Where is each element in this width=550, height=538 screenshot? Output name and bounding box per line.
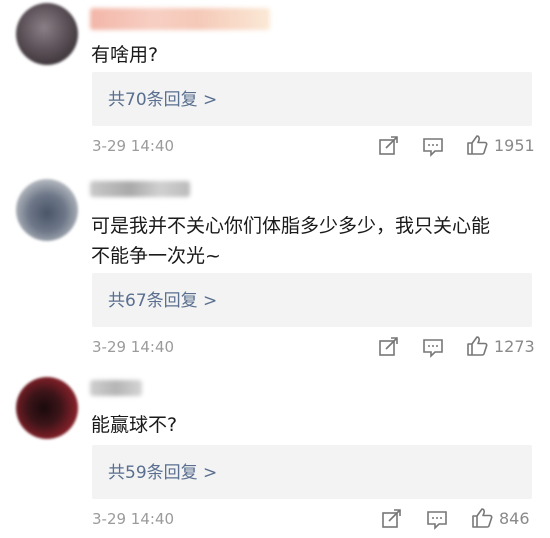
comment-icon[interactable] (422, 337, 444, 359)
timestamp: 3-29 14:40 (92, 137, 175, 155)
replies-label: 共67条回复 > (108, 291, 218, 311)
username[interactable] (90, 181, 190, 197)
username[interactable] (90, 8, 270, 30)
repost-icon[interactable] (378, 336, 400, 358)
timestamp: 3-29 14:40 (92, 338, 175, 356)
replies-label: 共59条回复 > (108, 463, 218, 483)
avatar[interactable] (16, 3, 78, 65)
view-replies-button[interactable]: 共67条回复 > (92, 273, 532, 327)
like-count: 1273 (494, 337, 535, 356)
like-count: 1951 (494, 136, 535, 155)
comment-icon[interactable] (426, 509, 448, 531)
comment-text: 有啥用? (91, 44, 159, 66)
repost-icon[interactable] (381, 508, 403, 530)
comment-item: 可是我并不关心你们体脂多少多少，我只关心能 不能争一次光~ 共67条回复 > 3… (0, 170, 550, 365)
username[interactable] (90, 380, 142, 396)
view-replies-button[interactable]: 共70条回复 > (92, 72, 532, 126)
comment-item: 能赢球不? 共59条回复 > 3-29 14:40 846 (0, 365, 550, 538)
replies-label: 共70条回复 > (108, 90, 218, 110)
like-count: 846 (499, 509, 530, 528)
comment-item: 有啥用? 共70条回复 > 3-29 14:40 1951 (0, 0, 550, 170)
view-replies-button[interactable]: 共59条回复 > (92, 445, 532, 499)
comment-text: 可是我并不关心你们体脂多少多少，我只关心能 不能争一次光~ (91, 215, 491, 267)
thumbs-up-icon[interactable] (465, 334, 489, 358)
comment-text: 能赢球不? (91, 414, 178, 436)
avatar[interactable] (16, 179, 78, 241)
comment-icon[interactable] (422, 136, 444, 158)
thumbs-up-icon[interactable] (465, 133, 489, 157)
avatar[interactable] (16, 377, 78, 439)
thumbs-up-icon[interactable] (470, 506, 494, 530)
timestamp: 3-29 14:40 (92, 510, 175, 528)
repost-icon[interactable] (378, 135, 400, 157)
